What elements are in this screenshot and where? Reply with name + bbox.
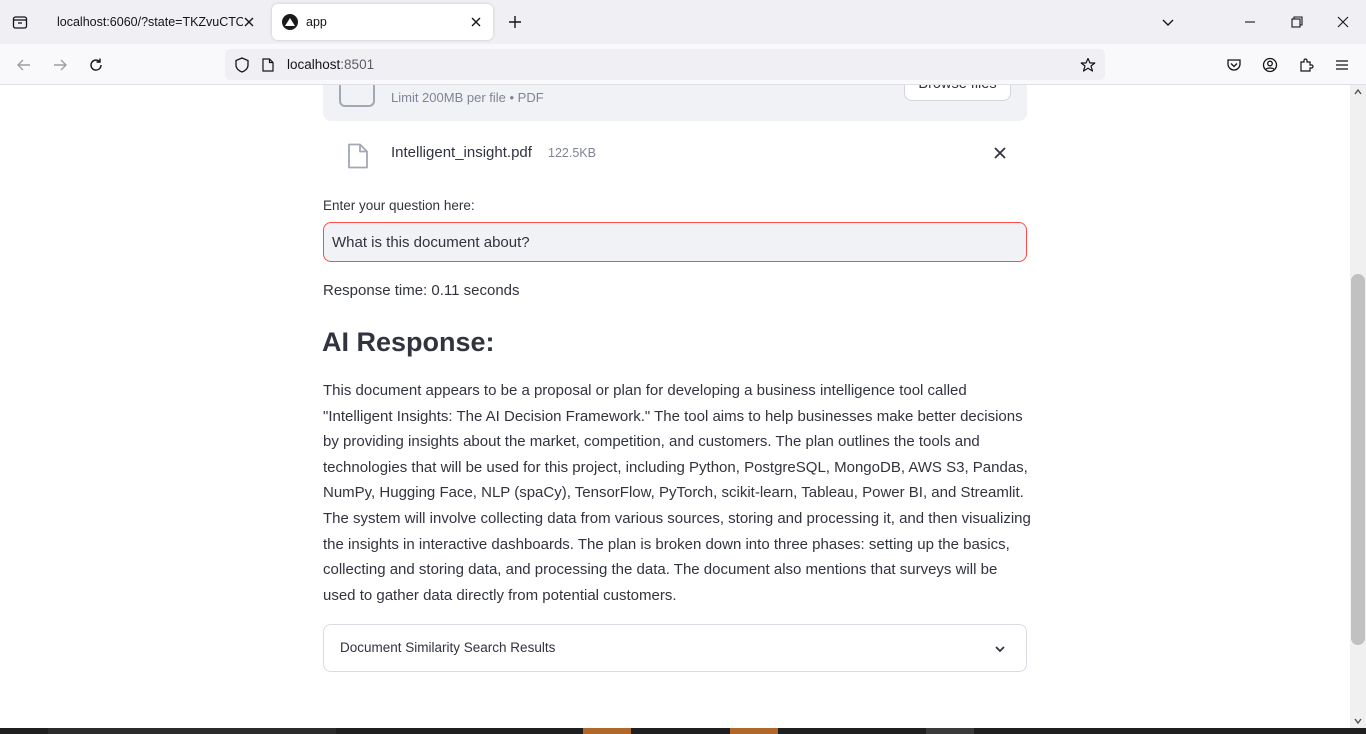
page-scrollbar[interactable] [1350, 85, 1366, 728]
uploaded-file-size: 122.5KB [548, 146, 596, 160]
forward-icon[interactable] [47, 52, 73, 78]
close-tab-icon[interactable] [240, 13, 258, 31]
file-dropzone[interactable]: Limit 200MB per file • PDF Browse files [323, 85, 1027, 121]
close-tab-icon[interactable] [467, 13, 485, 31]
os-taskbar [0, 728, 1366, 734]
taskbar-search[interactable] [48, 728, 336, 734]
remove-file-icon[interactable] [990, 143, 1010, 163]
account-icon[interactable] [1257, 52, 1283, 78]
taskbar-app-highlight[interactable] [583, 728, 631, 734]
ai-response-text: This document appears to be a proposal o… [323, 382, 1031, 604]
scroll-thumb[interactable] [1351, 274, 1365, 645]
menu-icon[interactable] [1329, 52, 1355, 78]
navigation-bar: localhost:8501 [0, 44, 1366, 85]
tab-list-icon[interactable] [8, 10, 32, 34]
cloud-upload-icon [339, 85, 375, 107]
url-host: localhost [287, 57, 341, 72]
uploaded-file-row: Intelligent_insight.pdf 122.5KB [323, 133, 1027, 177]
scroll-down-icon[interactable] [1350, 714, 1366, 728]
extensions-icon[interactable] [1293, 52, 1319, 78]
pocket-icon[interactable] [1221, 52, 1247, 78]
url-port: :8501 [340, 57, 375, 72]
chevron-down-icon [990, 639, 1010, 659]
restore-icon[interactable] [1285, 10, 1309, 34]
streamlit-favicon-icon [282, 14, 298, 30]
bookmark-star-icon[interactable] [1078, 55, 1098, 75]
response-time-text: Response time: 0.11 seconds [323, 282, 520, 299]
ai-response-heading: AI Response: [322, 327, 495, 357]
question-input[interactable] [323, 222, 1027, 262]
close-window-icon[interactable] [1331, 10, 1355, 34]
uploaded-file-name: Intelligent_insight.pdf [391, 144, 532, 161]
reload-icon[interactable] [83, 52, 109, 78]
shield-icon[interactable] [233, 56, 251, 74]
streamlit-page: Limit 200MB per file • PDF Browse files … [0, 85, 1350, 728]
list-all-tabs-icon[interactable] [1156, 10, 1180, 34]
similarity-results-expander[interactable]: Document Similarity Search Results [323, 624, 1027, 672]
scroll-up-icon[interactable] [1350, 85, 1366, 99]
taskbar-app-highlight[interactable] [926, 728, 974, 734]
page-icon[interactable] [261, 57, 275, 73]
question-label: Enter your question here: [323, 198, 475, 213]
url-text[interactable]: localhost:8501 [287, 57, 374, 72]
tab-title: app [306, 15, 327, 29]
expander-label: Document Similarity Search Results [340, 640, 556, 655]
browse-files-button[interactable]: Browse files [904, 85, 1011, 101]
back-icon[interactable] [11, 52, 37, 78]
file-icon [347, 143, 369, 169]
taskbar-app-highlight[interactable] [730, 728, 778, 734]
upload-limit-text: Limit 200MB per file • PDF [391, 90, 544, 105]
tab-title: localhost:6060/?state=TKZvuCTOvcl [57, 15, 243, 29]
minimize-icon[interactable] [1238, 10, 1262, 34]
url-bar[interactable]: localhost:8501 [225, 49, 1105, 80]
tab-bar: localhost:6060/?state=TKZvuCTOvcl app [0, 0, 1366, 44]
tab-app[interactable]: app [272, 4, 493, 40]
new-tab-button[interactable] [503, 10, 527, 34]
tab-localhost-6060[interactable]: localhost:6060/?state=TKZvuCTOvcl [44, 4, 266, 40]
